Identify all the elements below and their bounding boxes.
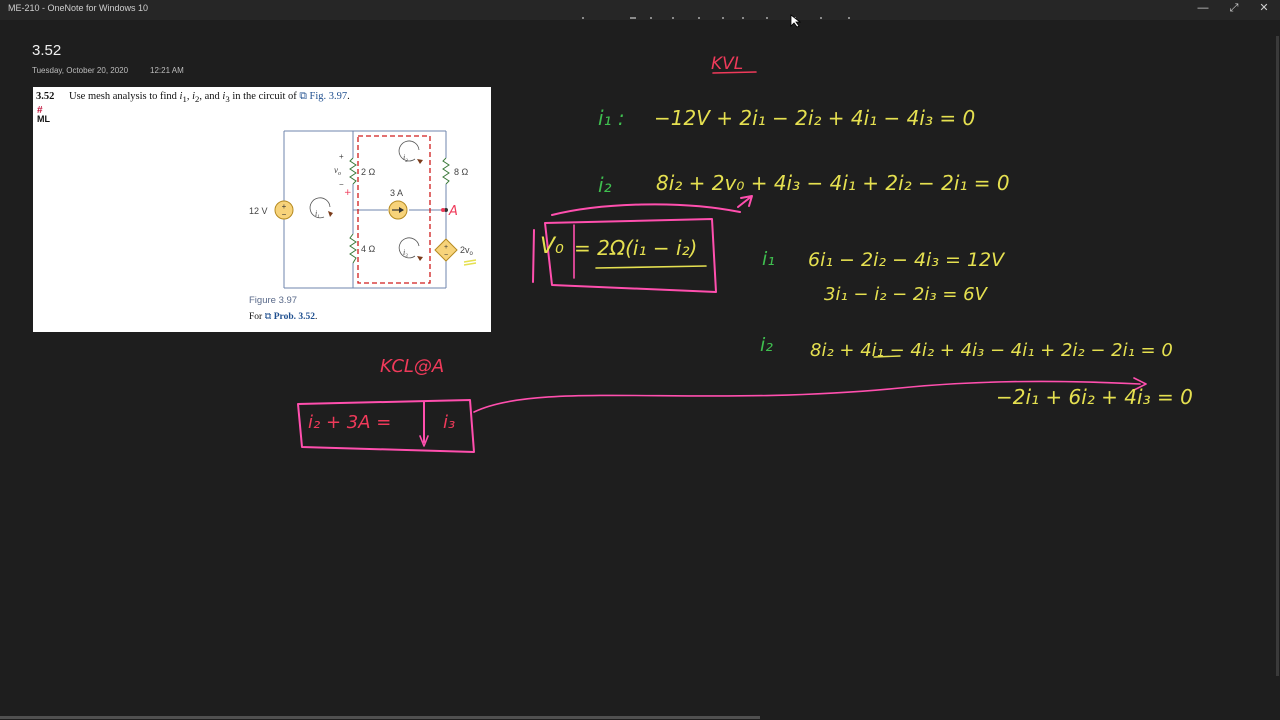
horizontal-scrollbar[interactable] — [0, 716, 760, 719]
ink-vo-definition: = 2Ω(i₁ − i₂) — [574, 236, 698, 260]
ink-equation-mesh2: 8i₂ + 2v₀ + 4i₃ − 4i₁ + 2i₂ − 2i₁ = 0 — [656, 171, 1010, 195]
ink-equation-mesh2-simplified: −2i₁ + 6i₂ + 4i₃ = 0 — [996, 385, 1193, 409]
ink-kcl-equation-right: i₃ — [443, 412, 456, 433]
ink-equation-mesh1-simplified: 6i₁ − 2i₂ − 4i₃ = 12V — [808, 249, 1005, 271]
ink-mesh-i2-again: i₂ — [760, 334, 773, 356]
ink-vo-symbol: V₀ — [540, 234, 564, 259]
vertical-scrollbar[interactable] — [1276, 36, 1279, 676]
ink-kcl-equation-left: i₂ + 3A = — [308, 412, 392, 433]
ink-mesh-i2: i₂ — [598, 173, 612, 197]
ink-mesh-i1-again: i₁ — [762, 248, 775, 270]
ink-kcl-heading: KCL@A — [380, 356, 445, 377]
mouse-cursor-icon — [790, 14, 802, 28]
ink-kvl-heading: KVL — [711, 54, 744, 74]
ink-equation-mesh2-expanded: 8i₂ + 4i₁ − 4i₂ + 4i₃ − 4i₁ + 2i₂ − 2i₁ … — [810, 340, 1173, 361]
ink-equation-mesh1-reduced: 3i₁ − i₂ − 2i₃ = 6V — [824, 284, 987, 305]
ink-equation-mesh1: −12V + 2i₁ − 2i₂ + 4i₁ − 4i₃ = 0 — [654, 106, 976, 130]
ink-mesh-i1: i₁ : — [598, 106, 625, 130]
